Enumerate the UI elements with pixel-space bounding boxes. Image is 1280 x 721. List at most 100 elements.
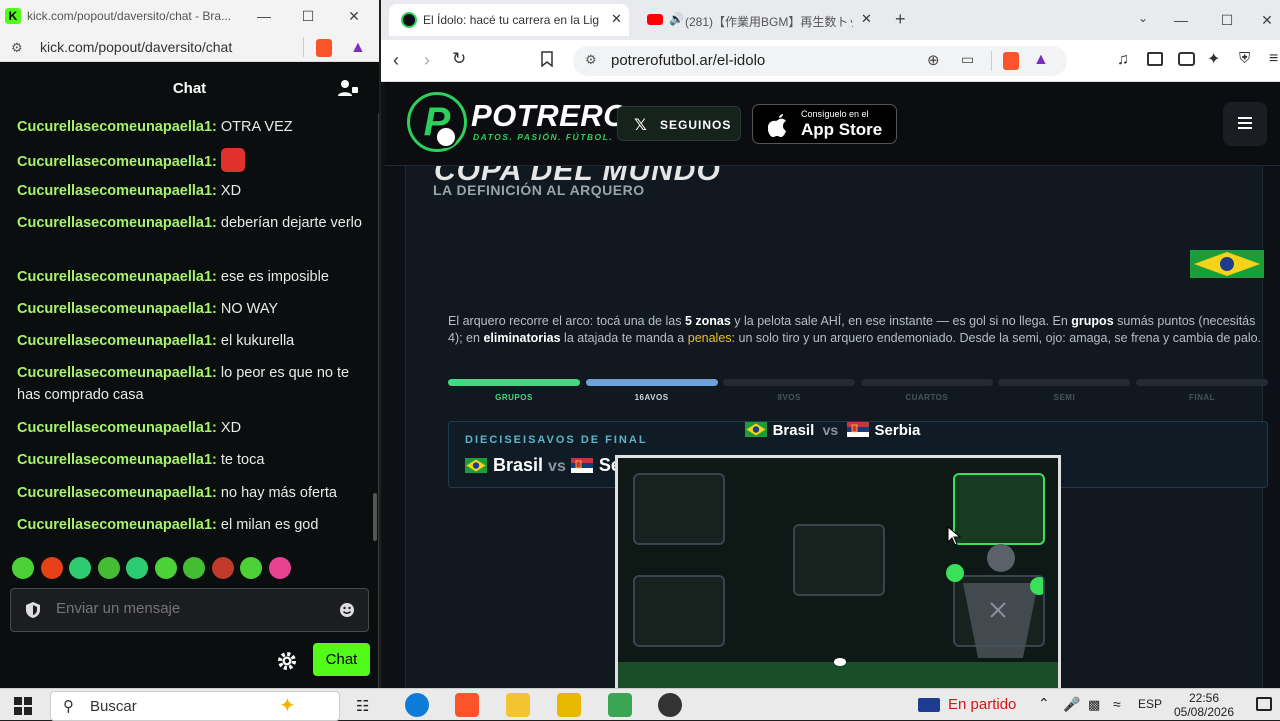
input-language[interactable]: ESP xyxy=(1138,697,1162,711)
zoom-icon[interactable]: ⊕ xyxy=(927,51,940,69)
goal-zone-bottom-left[interactable] xyxy=(633,575,725,647)
home-team: Brasil xyxy=(772,422,815,439)
desc-zones: 5 zonas xyxy=(684,314,731,328)
emote-icon[interactable] xyxy=(154,557,177,579)
chat-input-box[interactable] xyxy=(10,588,369,632)
goal-zone-top-right[interactable] xyxy=(953,473,1045,545)
chat-message: Cucurellasecomeunapaella1: XD xyxy=(17,417,362,439)
wallet-icon[interactable] xyxy=(1178,52,1195,66)
emoji-picker-icon[interactable] xyxy=(339,602,355,618)
chat-settings-gear-icon[interactable] xyxy=(276,650,298,672)
mlb-logo-icon[interactable] xyxy=(918,698,940,712)
sidebar-toggle-icon[interactable] xyxy=(1147,52,1163,66)
emote-icon[interactable] xyxy=(268,557,291,579)
emote-icon[interactable] xyxy=(126,557,148,579)
user-settings-icon[interactable] xyxy=(338,79,358,97)
follow-label: SEGUINOS xyxy=(660,118,732,132)
chat-username[interactable]: Cucurellasecomeunapaella1: xyxy=(17,269,217,285)
chat-username[interactable]: Cucurellasecomeunapaella1: xyxy=(17,485,217,501)
kick-address-bar[interactable]: ⚙ kick.com/popout/daversito/chat ▲ xyxy=(0,33,379,62)
emote-icon[interactable] xyxy=(211,557,234,579)
close-button[interactable]: ✕ xyxy=(1255,10,1279,30)
app-store-button[interactable]: Consíguelo en el App Store xyxy=(752,104,897,144)
stage-step: SEMI xyxy=(998,379,1131,402)
chat-message-text: XD xyxy=(220,183,242,199)
power-bi-icon[interactable] xyxy=(557,693,581,717)
menu-icon[interactable]: ≡ xyxy=(1269,50,1278,68)
tab-close-icon[interactable]: ✕ xyxy=(861,11,872,27)
chat-username[interactable]: Cucurellasecomeunapaella1: xyxy=(17,154,217,170)
chat-header: Chat xyxy=(0,62,379,113)
emote-icon[interactable] xyxy=(12,557,34,579)
tray-status-text[interactable]: En partido xyxy=(948,696,1016,713)
brave-shields-icon[interactable] xyxy=(1003,52,1019,70)
goal-zone-top-left[interactable] xyxy=(633,473,725,545)
edge-browser-icon[interactable] xyxy=(405,693,429,717)
chat-scrollbar[interactable] xyxy=(373,493,377,541)
hamburger-menu-button[interactable] xyxy=(1223,102,1267,146)
leo-ai-icon[interactable]: ✦ xyxy=(1207,49,1220,69)
emote-icon[interactable] xyxy=(69,557,91,579)
chat-username[interactable]: Cucurellasecomeunapaella1: xyxy=(17,365,217,381)
file-explorer-icon[interactable] xyxy=(506,693,530,717)
emote-icon[interactable] xyxy=(40,557,63,579)
address-url: potrerofutbol.ar/el-idolo xyxy=(611,52,766,69)
back-icon[interactable]: ‹ xyxy=(393,50,399,71)
chat-username[interactable]: Cucurellasecomeunapaella1: xyxy=(17,420,217,436)
address-bar[interactable]: ⚙ potrerofutbol.ar/el-idolo ⊕ ▭ ▲ xyxy=(573,46,1067,76)
chat-username[interactable]: Cucurellasecomeunapaella1: xyxy=(17,452,217,468)
emote-icon[interactable] xyxy=(97,557,120,579)
angry-emote-icon xyxy=(220,148,245,172)
chat-username[interactable]: Cucurellasecomeunapaella1: xyxy=(17,333,217,349)
site-settings-icon[interactable]: ⚙ xyxy=(11,40,23,56)
chat-username[interactable]: Cucurellasecomeunapaella1: xyxy=(17,119,217,135)
notifications-icon[interactable] xyxy=(1256,697,1272,711)
chat-username[interactable]: Cucurellasecomeunapaella1: xyxy=(17,215,217,231)
camera-icon[interactable]: ▩ xyxy=(1088,697,1100,713)
chat-username[interactable]: Cucurellasecomeunapaella1: xyxy=(17,301,217,317)
new-tab-icon[interactable]: + xyxy=(895,9,906,30)
reload-icon[interactable]: ↻ xyxy=(452,49,466,69)
emote-icon[interactable] xyxy=(183,557,205,579)
sheets-app-icon[interactable] xyxy=(608,693,632,717)
chat-message-input[interactable] xyxy=(56,600,326,617)
task-view-icon[interactable]: ☷ xyxy=(356,697,369,715)
follow-x-button[interactable]: 𝕏 SEGUINOS xyxy=(617,106,741,141)
chat-username[interactable]: Cucurellasecomeunapaella1: xyxy=(17,183,217,199)
microphone-icon[interactable]: 🎤 xyxy=(1063,696,1080,713)
site-info-icon[interactable]: ⚙ xyxy=(585,52,597,68)
vpn-shield-icon[interactable]: ⛨ xyxy=(1239,50,1250,67)
goal-zone-center[interactable] xyxy=(793,524,885,596)
minimize-button[interactable]: — xyxy=(1169,10,1193,30)
media-music-icon[interactable]: ♫ xyxy=(1117,51,1129,69)
chat-message-text: NO WAY xyxy=(220,301,279,317)
tab-search-chevron-icon[interactable]: ⌄ xyxy=(1138,11,1148,25)
maximize-button[interactable]: ☐ xyxy=(296,6,320,26)
tab-youtube[interactable]: 🔊 (281)【作業用BGM】再生数トップ50 ✕ xyxy=(639,4,879,36)
logo-wordmark[interactable]: POTRERO xyxy=(471,98,628,134)
brave-rewards-icon[interactable]: ▲ xyxy=(350,39,366,57)
serbia-flag-icon xyxy=(846,422,869,437)
tray-chevron-icon[interactable]: ⌃ xyxy=(1038,695,1050,712)
tab-close-icon[interactable]: ✕ xyxy=(611,11,622,27)
tab-el-idolo[interactable]: El Ídolo: hacé tu carrera en la Lig ✕ xyxy=(389,4,629,36)
taskbar-search[interactable]: ⚲ Buscar ✦ xyxy=(50,691,340,721)
chat-username[interactable]: Cucurellasecomeunapaella1: xyxy=(17,517,217,533)
brave-rewards-icon[interactable]: ▲ xyxy=(1033,51,1049,69)
cast-icon[interactable]: ▭ xyxy=(961,51,974,68)
system-clock[interactable]: 22:56 05/08/2026 xyxy=(1164,691,1244,719)
maximize-button[interactable]: ☐ xyxy=(1215,10,1239,30)
wifi-icon[interactable]: ≈ xyxy=(1113,696,1121,712)
windows-start-icon[interactable] xyxy=(14,697,32,715)
chat-send-button[interactable]: Chat xyxy=(313,643,370,676)
emote-icon[interactable] xyxy=(240,557,262,579)
bookmark-icon[interactable] xyxy=(541,51,553,67)
forward-icon[interactable]: › xyxy=(424,50,430,71)
close-button[interactable]: ✕ xyxy=(342,6,366,26)
stage-label: 16AVOS xyxy=(634,393,669,402)
audio-playing-icon[interactable]: 🔊 xyxy=(669,12,684,26)
brave-browser-icon[interactable] xyxy=(455,693,479,717)
minimize-button[interactable]: — xyxy=(252,6,276,26)
brave-shields-icon[interactable] xyxy=(316,39,332,57)
obs-studio-icon[interactable] xyxy=(658,693,682,717)
